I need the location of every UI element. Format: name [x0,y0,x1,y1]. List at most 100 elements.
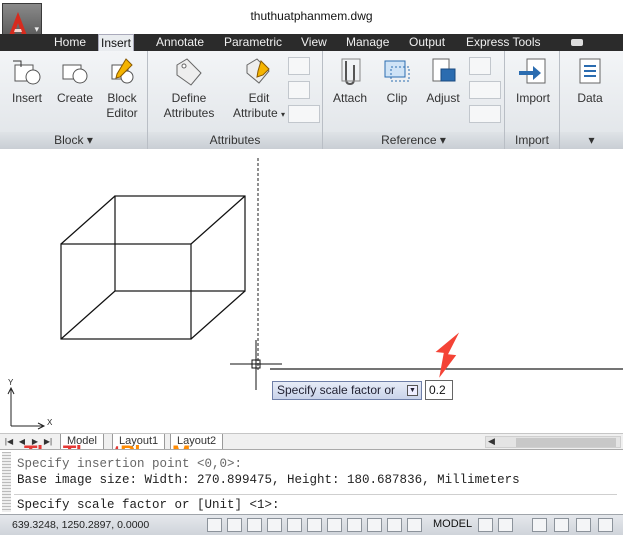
block-panel: Insert Create Block Editor Block ▾ [0,51,148,149]
command-separator [14,494,617,495]
create-block-icon [62,64,88,84]
command-window[interactable]: Specify insertion point <0,0>: Base imag… [0,449,623,514]
steering-wheel-icon[interactable] [576,518,591,532]
clip-label: Clip [386,91,408,105]
tab-insert[interactable]: Insert [98,34,135,52]
window-title: thuthuatphanmem.dwg [250,9,373,23]
adjust-label: Adjust [426,91,460,105]
edit-attribute-button[interactable]: Edit Attribute ▾ [228,57,290,122]
ucs-icon [7,386,46,430]
annotation-scale-icon[interactable] [532,518,547,532]
data-label: Data [577,91,603,105]
polar-tracking-icon[interactable] [287,518,302,532]
horizontal-scrollbar[interactable]: ◀ [485,436,621,448]
red-arrow-pointer [435,332,460,378]
quick-view-drawings-icon[interactable] [498,518,513,532]
grid-display-icon[interactable] [247,518,262,532]
tab-view[interactable]: View [299,34,329,51]
block-editor-label-1: Block [107,91,137,105]
manage-attributes-icon[interactable] [288,57,310,75]
define-label-2: Attributes [163,106,215,120]
ribbon-tabs: Home Insert Annotate Parametric View Man… [0,34,623,52]
attach-label: Attach [332,91,368,105]
options-down-icon[interactable]: ▼ [407,385,418,396]
block-panel-title[interactable]: Block ▾ [0,132,147,149]
object-snap-tracking-icon[interactable] [347,518,362,532]
import-label: Import [515,91,550,105]
zoom-icon[interactable] [554,518,569,532]
block-editor-button[interactable]: Block Editor [100,57,144,121]
edit-label-1: Edit [248,91,270,105]
command-history-line: Specify insertion point <0,0>: [17,457,243,471]
frames-icon[interactable] [469,81,501,99]
block-editor-icon [111,58,134,84]
dynamic-ucs-icon[interactable] [367,518,382,532]
import-icon [519,58,546,84]
first-layout-icon[interactable]: |◀ [4,436,14,448]
underlay-layers-icon[interactable] [469,57,491,75]
tab-express-tools[interactable]: Express Tools [464,34,542,51]
insert-label: Insert [11,91,42,105]
define-attributes-button[interactable]: Define Attributes [154,57,224,121]
ortho-mode-icon[interactable] [267,518,282,532]
paperclip-icon [341,58,361,86]
tab-annotate[interactable]: Annotate [154,34,206,51]
quick-view-layouts-icon[interactable] [478,518,493,532]
3d-osnap-icon[interactable] [327,518,342,532]
title-bar: ▾ thuthuatphanmem.dwg [0,0,623,47]
dynamic-input-prompt-text: Specify scale factor or [277,383,396,397]
data-icon [579,58,601,84]
import-panel: Import Import [505,51,560,149]
import-panel-title: Import [505,132,559,149]
define-label-1: Define [171,91,207,105]
lineweight-icon[interactable] [407,518,422,532]
sync-attributes-icon[interactable] [288,81,310,99]
snap-underlay-icon[interactable] [469,105,501,123]
command-window-grip[interactable] [2,452,11,512]
ribbon: Insert Create Block Editor Block ▾ Defin… [0,51,623,149]
data-button[interactable]: Data [568,57,612,106]
clip-button[interactable]: Clip [377,57,417,106]
scale-factor-input[interactable]: 0.2 [425,380,453,400]
adjust-icon [432,58,456,82]
edit-tag-icon [246,58,270,84]
showmotion-icon[interactable] [598,518,613,532]
attributes-panel: Define Attributes Edit Attribute ▾ Attri… [148,51,323,149]
tab-parametric[interactable]: Parametric [222,34,284,51]
scroll-left-icon[interactable]: ◀ [488,436,495,447]
adjust-button[interactable]: Adjust [421,57,465,106]
attach-button[interactable]: Attach [329,57,371,106]
insert-block-icon [13,60,41,85]
chevron-down-icon: ▾ [86,133,93,147]
cube-drawing [60,195,246,340]
block-editor-label-2: Editor [106,106,138,120]
chevron-down-icon: ▾ [281,110,286,119]
minimize-ribbon-button[interactable] [571,39,583,46]
create-block-button[interactable]: Create [54,57,96,106]
reference-panel-title[interactable]: Reference ▾ [323,132,504,149]
command-prompt-line[interactable]: Specify scale factor or [Unit] <1>: [17,498,280,512]
tab-home[interactable]: Home [52,34,88,51]
scrollbar-thumb[interactable] [516,438,616,447]
coordinates-readout[interactable]: 639.3248, 1250.2897, 0.0000 [12,519,149,531]
chevron-down-icon: ▾ [588,133,595,147]
command-history-line: Base image size: Width: 270.899475, Heig… [17,473,520,487]
reference-panel: Attach Clip Adjust Reference ▾ [323,51,505,149]
data-panel-expand[interactable]: ▾ [560,132,623,149]
dynamic-input-prompt: Specify scale factor or ▼ [272,381,422,400]
tag-icon [176,58,202,86]
tab-output[interactable]: Output [407,34,447,51]
tab-manage[interactable]: Manage [344,34,391,51]
clip-icon [384,60,410,82]
snap-mode-icon[interactable] [227,518,242,532]
import-button[interactable]: Import [511,57,555,106]
edit-label-2: Attribute [232,106,278,120]
dynamic-input-icon[interactable] [387,518,402,532]
insert-block-button[interactable]: Insert [6,57,48,106]
attribute-display-icon[interactable] [288,105,320,123]
attributes-panel-title: Attributes [148,132,322,149]
chevron-down-icon: ▾ [439,133,446,147]
object-snap-icon[interactable] [307,518,322,532]
infer-constraints-icon[interactable] [207,518,222,532]
model-space-button[interactable]: MODEL [433,518,472,530]
